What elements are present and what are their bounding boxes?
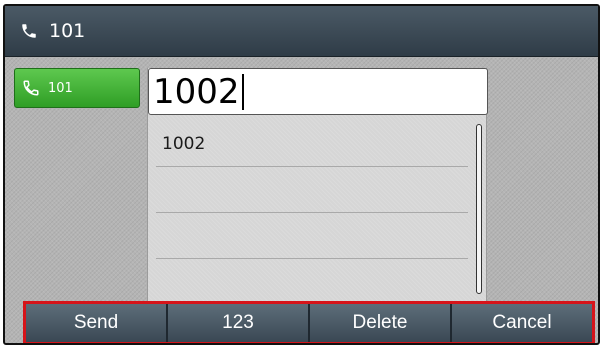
input-mode-button[interactable]: 123 — [168, 304, 310, 342]
send-button[interactable]: Send — [26, 304, 168, 342]
phone-handset-icon — [22, 79, 40, 97]
account-line-key[interactable]: 101 — [14, 68, 140, 108]
phone-handset-icon — [19, 21, 39, 41]
list-item[interactable] — [156, 167, 468, 213]
account-label: 101 — [48, 80, 73, 96]
dial-input-value: 1002 — [153, 71, 240, 112]
cancel-button[interactable]: Cancel — [452, 304, 592, 342]
softkey-bar: Send 123 Delete Cancel — [23, 301, 595, 343]
dial-panel: 1002 1002 — [147, 68, 488, 305]
list-item[interactable]: 1002 — [156, 121, 468, 167]
list-item[interactable] — [156, 213, 468, 259]
line-title: 101 — [49, 20, 86, 42]
title-bar: 101 — [5, 6, 598, 57]
text-caret — [241, 73, 244, 110]
list-item-text: 1002 — [162, 133, 206, 154]
suggestion-list: 1002 — [156, 121, 468, 305]
delete-button[interactable]: Delete — [310, 304, 452, 342]
list-item[interactable] — [156, 259, 468, 305]
phone-screen: 101 101 1002 1002 Send 123 Delete Cancel — [3, 4, 600, 345]
dial-input[interactable]: 1002 — [148, 68, 488, 115]
scrollbar[interactable] — [476, 124, 482, 294]
